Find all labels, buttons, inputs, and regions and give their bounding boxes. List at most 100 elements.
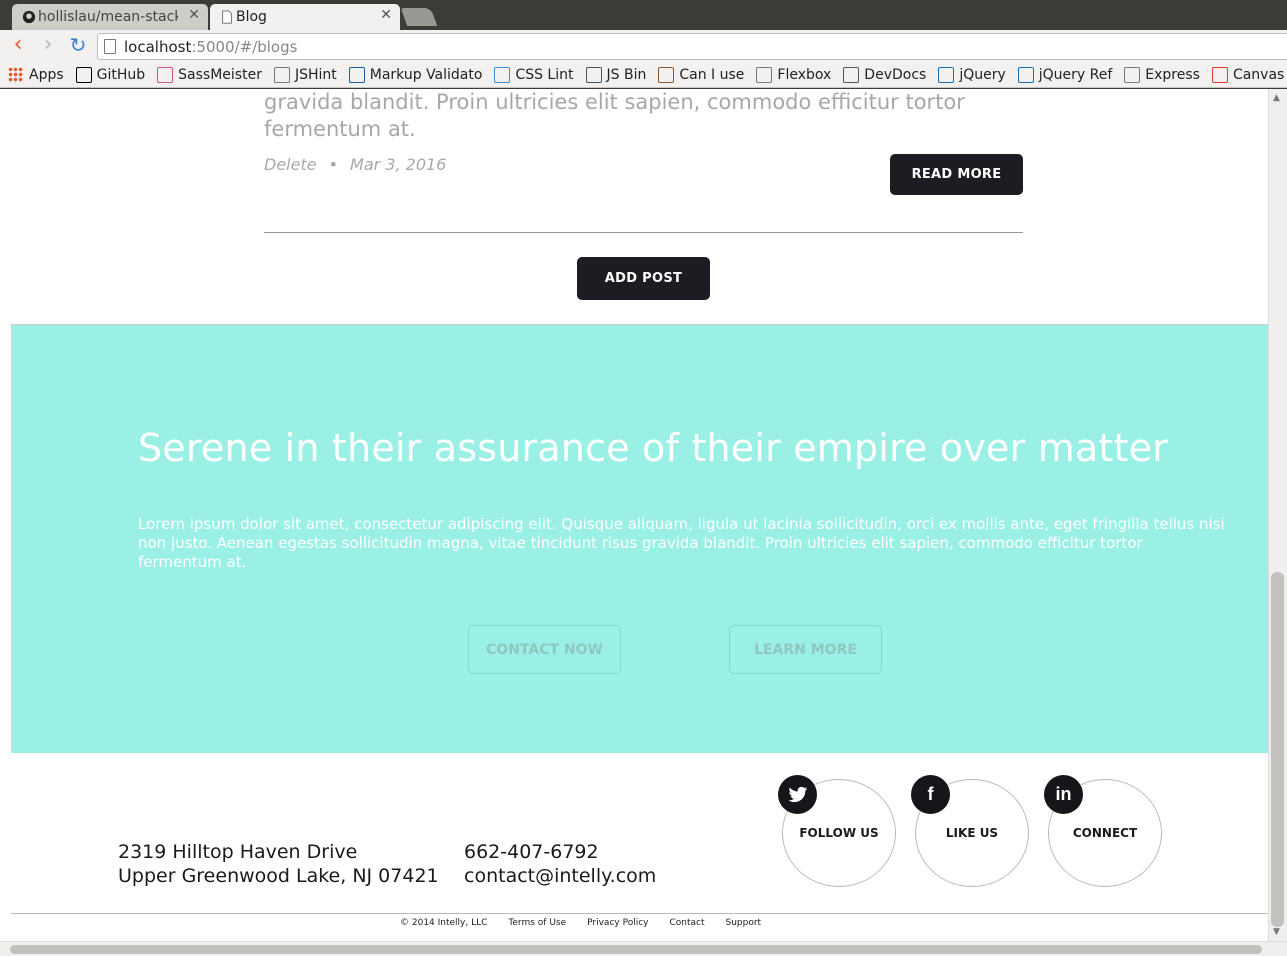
- bookmark-label: Can I use: [679, 66, 745, 83]
- tab-strip: hollislau/mean-stack ✕ Blog ✕: [0, 0, 1287, 30]
- tab-github[interactable]: hollislau/mean-stack ✕: [12, 4, 208, 30]
- add-post-button[interactable]: ADD POST: [577, 257, 710, 300]
- footer-contact: 662-407-6792 contact@intelly.com: [464, 840, 656, 888]
- bookmark-can-i-use[interactable]: Can I use: [658, 66, 745, 83]
- bookmark-jquery[interactable]: jQuery: [938, 66, 1006, 83]
- page-icon: [1124, 66, 1141, 83]
- csslint-icon: [494, 66, 511, 83]
- bookmark-canvas[interactable]: Canvas: [1211, 66, 1285, 83]
- tab-close-icon[interactable]: ✕: [380, 7, 392, 23]
- terms-link[interactable]: Terms of Use: [508, 918, 566, 928]
- url-text: localhost:5000/#/blogs: [124, 38, 298, 56]
- bookmark-label: jQuery Ref: [1038, 66, 1113, 83]
- post-meta: Delete • Mar 3, 2016: [264, 155, 446, 174]
- bookmark-label: GitHub: [96, 66, 146, 83]
- contact-now-button[interactable]: CONTACT NOW: [468, 625, 621, 674]
- tab-close-icon[interactable]: ✕: [188, 7, 200, 23]
- address-bar[interactable]: localhost:5000/#/blogs: [97, 33, 1287, 60]
- footer-divider: [11, 913, 1268, 914]
- post-excerpt: gravida blandit. Proin ultricies elit sa…: [264, 90, 965, 141]
- phone-number: 662-407-6792: [464, 841, 599, 863]
- scroll-up-icon[interactable]: ▲: [1273, 93, 1280, 103]
- linkedin-icon: in: [1044, 775, 1083, 814]
- bookmark-css-lint[interactable]: CSS Lint: [494, 66, 574, 83]
- bookmark-label: CSS Lint: [515, 66, 574, 83]
- bookmark-label: SassMeister: [178, 66, 262, 83]
- scrollbar-thumb[interactable]: [10, 945, 1262, 954]
- bookmarks-bar: Apps GitHub SassMeister JSHint Markup Valida…: [0, 62, 1287, 88]
- apps-grid-icon: [8, 66, 24, 83]
- post-date: Mar 3, 2016: [350, 155, 447, 174]
- bookmark-label: DevDocs: [864, 66, 927, 83]
- post-divider: [264, 232, 1023, 233]
- page-icon: [222, 10, 232, 24]
- bookmark-label: Apps: [29, 66, 64, 83]
- meta-separator: •: [328, 155, 339, 174]
- bookmark-label: JS Bin: [606, 66, 647, 83]
- bookmark-jshint[interactable]: JSHint: [273, 66, 337, 83]
- footer-address: 2319 Hilltop Haven Drive Upper Greenwood…: [118, 841, 439, 887]
- bookmark-express[interactable]: Express: [1124, 66, 1200, 83]
- sassmeister-icon: [157, 66, 174, 83]
- hero-title: Serene in their assurance of their empir…: [138, 426, 1169, 470]
- caniuse-icon: [658, 66, 675, 83]
- bookmark-sassmeister[interactable]: SassMeister: [157, 66, 262, 83]
- facebook-icon: f: [911, 775, 950, 814]
- devdocs-icon: [843, 66, 860, 83]
- follow-us-button[interactable]: FOLLOW US: [778, 775, 896, 887]
- new-tab-button[interactable]: [400, 8, 438, 26]
- bookmark-markup-validato[interactable]: Markup Validato: [348, 66, 483, 83]
- page-icon: [273, 66, 290, 83]
- jsbin-icon: [585, 66, 602, 83]
- bookmark-github[interactable]: GitHub: [75, 66, 146, 83]
- like-us-button[interactable]: f LIKE US: [911, 775, 1029, 887]
- bookmark-apps[interactable]: Apps: [8, 66, 64, 83]
- jquery-icon: [1017, 66, 1034, 83]
- social-label: CONNECT: [1072, 826, 1138, 840]
- footer-links: © 2014 Intelly, LLC Terms of Use Privacy…: [400, 918, 782, 928]
- delete-link[interactable]: Delete: [264, 155, 317, 174]
- bookmark-label: Express: [1145, 66, 1200, 83]
- forward-arrow-icon[interactable]: ›: [36, 34, 60, 58]
- bookmark-label: jQuery: [959, 66, 1006, 83]
- page-icon: [756, 66, 773, 83]
- github-icon: [75, 66, 92, 83]
- vertical-scrollbar[interactable]: ▲ ▼: [1268, 89, 1287, 941]
- github-icon: [22, 10, 36, 24]
- tab-blog[interactable]: Blog ✕: [210, 4, 400, 30]
- page-viewport: gravida blandit. Proin ultricies elit sa…: [0, 89, 1268, 941]
- jquery-icon: [938, 66, 955, 83]
- back-arrow-icon[interactable]: ‹: [6, 34, 30, 58]
- connect-button[interactable]: in CONNECT: [1044, 775, 1162, 887]
- tab-title: Blog: [236, 9, 267, 25]
- horizontal-scrollbar[interactable]: [0, 941, 1287, 956]
- twitter-icon: [778, 775, 817, 814]
- scroll-down-icon[interactable]: ▼: [1273, 927, 1280, 937]
- bookmark-label: Flexbox: [777, 66, 832, 83]
- bookmark-js-bin[interactable]: JS Bin: [585, 66, 647, 83]
- social-label: FOLLOW US: [799, 826, 879, 840]
- email-link[interactable]: contact@intelly.com: [464, 864, 656, 888]
- privacy-link[interactable]: Privacy Policy: [587, 918, 648, 928]
- bookmark-label: Canvas: [1232, 66, 1285, 83]
- contact-link[interactable]: Contact: [669, 918, 704, 928]
- bookmark-devdocs[interactable]: DevDocs: [843, 66, 927, 83]
- reload-icon[interactable]: ↻: [66, 34, 90, 58]
- hero-section: Serene in their assurance of their empir…: [11, 325, 1268, 753]
- canvas-icon: [1211, 66, 1228, 83]
- bookmark-label: JSHint: [294, 66, 337, 83]
- bookmark-label: Markup Validato: [369, 66, 483, 83]
- tab-title: hollislau/mean-stack: [38, 9, 178, 25]
- bookmark-jquery-ref[interactable]: jQuery Ref: [1017, 66, 1113, 83]
- hero-text: Lorem ipsum dolor sit amet, consectetur …: [138, 515, 1225, 571]
- page-icon: [104, 39, 116, 54]
- copyright-text: © 2014 Intelly, LLC: [400, 918, 488, 928]
- social-label: LIKE US: [945, 826, 999, 840]
- w3c-icon: [348, 66, 365, 83]
- browser-toolbar: ‹ › ↻ localhost:5000/#/blogs: [0, 30, 1287, 62]
- scrollbar-thumb[interactable]: [1271, 572, 1284, 927]
- bookmark-flexbox[interactable]: Flexbox: [756, 66, 832, 83]
- support-link[interactable]: Support: [726, 918, 762, 928]
- read-more-button[interactable]: READ MORE: [890, 154, 1023, 195]
- learn-more-button[interactable]: LEARN MORE: [729, 625, 882, 674]
